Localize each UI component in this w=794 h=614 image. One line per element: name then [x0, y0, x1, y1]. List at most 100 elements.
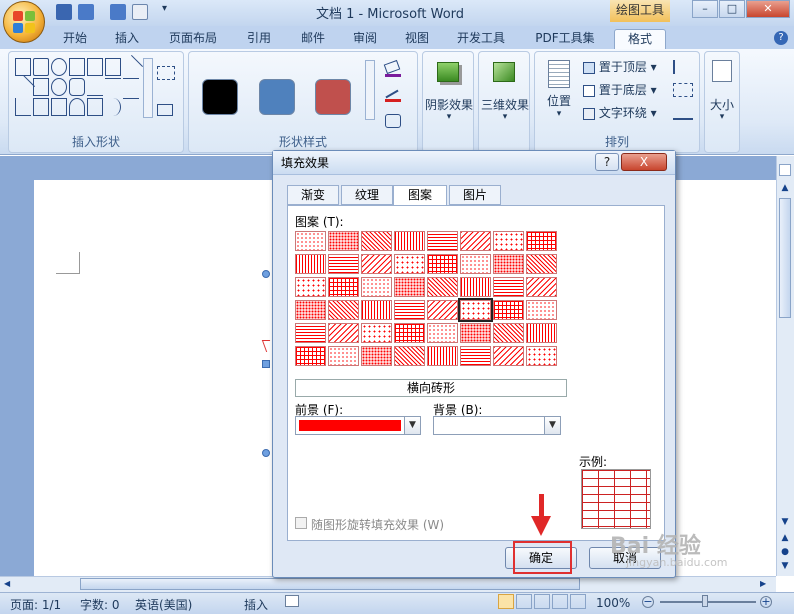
web-layout-view-icon[interactable]: [534, 594, 550, 609]
pattern-swatch-selected[interactable]: [458, 298, 493, 322]
pattern-swatch[interactable]: [526, 300, 557, 320]
outline-view-icon[interactable]: [552, 594, 568, 609]
pattern-swatch[interactable]: [493, 323, 524, 343]
pattern-swatch[interactable]: [460, 231, 491, 251]
pattern-swatch[interactable]: [295, 254, 326, 274]
pattern-swatch[interactable]: [328, 300, 359, 320]
group-shadow-effects[interactable]: 阴影效果 ▾: [422, 51, 474, 153]
down-arrow-shape-icon[interactable]: [51, 98, 67, 116]
curve-connector-icon[interactable]: [123, 78, 139, 96]
scroll-left-icon[interactable]: ◀: [4, 579, 14, 589]
arc-shape-icon[interactable]: [51, 58, 67, 76]
pattern-swatch[interactable]: [427, 346, 458, 366]
tab-insert[interactable]: 插入: [104, 29, 150, 49]
page-count[interactable]: 页面: 1/1: [10, 596, 61, 613]
pattern-swatch[interactable]: [361, 254, 392, 274]
full-screen-view-icon[interactable]: [516, 594, 532, 609]
zoom-slider[interactable]: [660, 601, 756, 603]
select-browse-object-icon[interactable]: ●: [779, 546, 791, 558]
rotate-icon[interactable]: [673, 106, 693, 120]
insert-mode-indicator[interactable]: 插入: [244, 596, 268, 613]
shape-gallery[interactable]: [10, 54, 144, 118]
pattern-swatch[interactable]: [493, 254, 524, 274]
pattern-swatch[interactable]: [394, 346, 425, 366]
close-window-button[interactable]: ✕: [746, 0, 790, 18]
text-wrap-button[interactable]: 文字环绕 ▾: [583, 104, 673, 122]
shape-handle-bottom[interactable]: [262, 449, 270, 457]
pattern-swatch[interactable]: [493, 231, 524, 251]
oval-shape-icon[interactable]: [51, 78, 67, 96]
word-count[interactable]: 字数: 0: [80, 596, 120, 613]
pattern-swatch[interactable]: [526, 323, 557, 343]
style-gallery-scroll[interactable]: [365, 60, 375, 120]
pattern-swatch[interactable]: [394, 323, 425, 343]
pattern-swatch[interactable]: [295, 277, 326, 297]
zoom-in-icon[interactable]: +: [760, 596, 772, 608]
send-to-back-button[interactable]: 置于底层 ▾: [583, 81, 673, 99]
triangle-shape-icon[interactable]: [87, 78, 103, 96]
tab-picture[interactable]: 图片: [449, 185, 501, 205]
scroll-up-icon[interactable]: ▲: [779, 182, 791, 194]
style-swatch-blue[interactable]: [259, 79, 295, 115]
line-shape-icon[interactable]: [118, 54, 144, 80]
scroll-right-icon[interactable]: ▶: [760, 579, 770, 589]
pattern-swatch[interactable]: [328, 254, 359, 274]
pattern-swatch[interactable]: [526, 254, 557, 274]
language-indicator[interactable]: 英语(美国): [135, 596, 192, 613]
pattern-swatch[interactable]: [526, 277, 557, 297]
minimize-button[interactable]: –: [692, 0, 718, 18]
pattern-swatch[interactable]: [328, 277, 359, 297]
brace-shape-icon[interactable]: [105, 98, 121, 116]
freeform-shape-icon[interactable]: [123, 98, 139, 116]
vertical-scroll-thumb[interactable]: [779, 198, 791, 318]
draft-view-icon[interactable]: [570, 594, 586, 609]
help-icon[interactable]: ?: [774, 31, 788, 45]
pattern-swatch[interactable]: [394, 254, 425, 274]
arrow-line-icon[interactable]: [10, 74, 36, 100]
tab-home[interactable]: 开始: [52, 29, 98, 49]
zoom-level[interactable]: 100%: [596, 596, 630, 610]
tab-pdf-tools[interactable]: PDF工具集: [526, 29, 604, 49]
pattern-swatch[interactable]: [361, 300, 392, 320]
align-icon[interactable]: [673, 60, 693, 74]
pattern-swatch[interactable]: [526, 346, 557, 366]
callout-shape-icon[interactable]: [33, 58, 49, 76]
pattern-swatch[interactable]: [361, 323, 392, 343]
print-preview-icon[interactable]: [132, 4, 148, 20]
dialog-close-button[interactable]: X: [621, 153, 667, 171]
vertical-textbox-icon[interactable]: [87, 58, 103, 76]
bring-to-front-button[interactable]: 置于顶层 ▾: [583, 58, 673, 76]
next-page-icon[interactable]: ▼: [779, 560, 791, 572]
pattern-swatch[interactable]: [427, 277, 458, 297]
background-color-combo[interactable]: ▼: [433, 416, 561, 435]
pattern-swatch[interactable]: [427, 231, 458, 251]
foreground-color-combo[interactable]: ▼: [295, 416, 421, 435]
shape-handle-top[interactable]: [262, 270, 270, 278]
pattern-swatch[interactable]: [460, 323, 491, 343]
previous-page-icon[interactable]: ▲: [779, 532, 791, 544]
pattern-swatch[interactable]: [328, 231, 359, 251]
pattern-swatch[interactable]: [427, 300, 458, 320]
pattern-swatch[interactable]: [460, 254, 491, 274]
office-button[interactable]: [3, 1, 45, 43]
tab-view[interactable]: 视图: [394, 29, 440, 49]
ruler-toggle-icon[interactable]: [779, 164, 791, 176]
horizontal-scroll-thumb[interactable]: [80, 578, 580, 590]
textbox-shape-icon[interactable]: [69, 58, 85, 76]
zoom-out-icon[interactable]: −: [642, 596, 654, 608]
pattern-swatch[interactable]: [493, 277, 524, 297]
elbow-connector-icon[interactable]: [105, 78, 121, 96]
group-objects-icon[interactable]: [673, 83, 693, 97]
pattern-swatch[interactable]: [361, 231, 392, 251]
shape-fill-icon[interactable]: [383, 59, 403, 78]
pattern-swatch[interactable]: [493, 346, 524, 366]
macro-record-icon[interactable]: [285, 595, 299, 607]
pattern-swatch[interactable]: [361, 346, 392, 366]
vertical-scrollbar[interactable]: ▲ ▼ ▲ ● ▼: [776, 156, 794, 576]
rectangle-shape-icon[interactable]: [33, 78, 49, 96]
tab-format[interactable]: 格式: [614, 29, 666, 49]
pattern-swatch[interactable]: [460, 277, 491, 297]
style-swatch-red[interactable]: [315, 79, 351, 115]
print-layout-view-icon[interactable]: [498, 594, 514, 609]
scroll-down-icon[interactable]: ▼: [779, 516, 791, 528]
